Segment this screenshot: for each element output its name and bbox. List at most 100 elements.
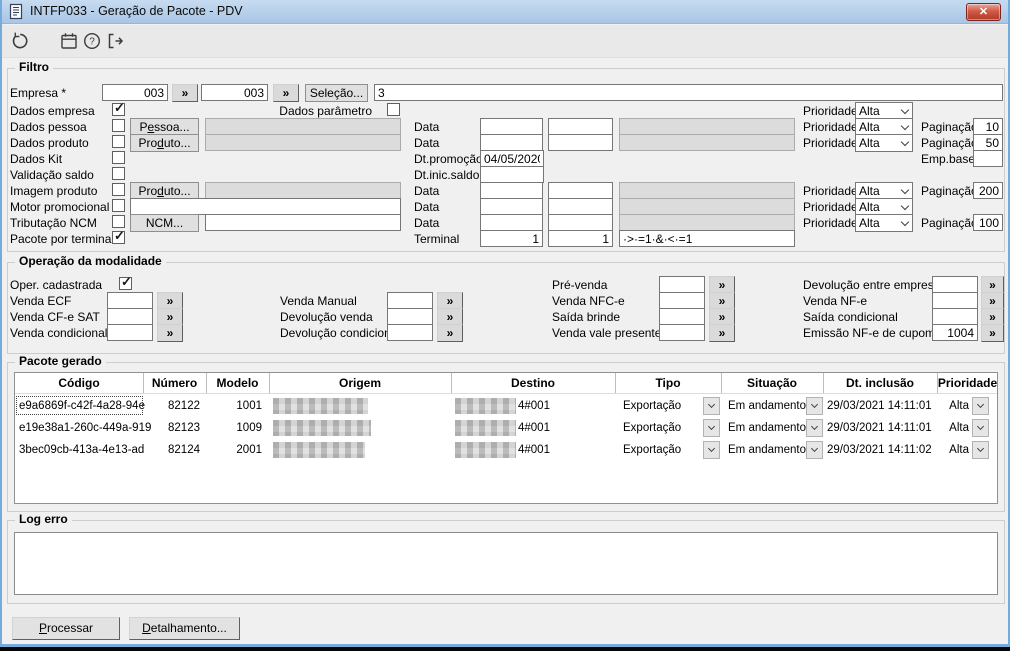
terminal-from-input[interactable] [480,230,543,247]
paginacao-ncm-input[interactable] [973,214,1003,231]
exit-icon[interactable] [105,31,127,53]
validacao-saldo-checkbox[interactable] [112,167,125,180]
col-header-modelo[interactable]: Modelo [206,373,269,393]
venda-ecf-input[interactable] [107,292,153,309]
ncm-input[interactable] [205,214,401,231]
col-header-origem[interactable]: Origem [269,373,451,393]
empresa-selection-input[interactable] [374,84,1003,101]
imagem-data-to-input[interactable] [548,182,613,199]
cell-codigo[interactable]: e9a6869f-c42f-4a28-94e [19,395,145,417]
motor-promocional-checkbox[interactable] [112,199,125,212]
imagem-produto-checkbox[interactable] [112,183,125,196]
devolucao-venda-input[interactable] [387,308,433,325]
label-accesskey: D [142,621,151,635]
chevron-down-icon [900,121,910,131]
processar-button[interactable]: Processar [12,617,120,640]
pacote-table[interactable]: Código Número Modelo Origem Destino Tipo… [14,372,998,504]
dados-empresa-checkbox[interactable] [112,100,125,116]
ncm-data-from-input[interactable] [480,214,543,231]
col-header-dt-inclusao[interactable]: Dt. inclusão [823,373,937,393]
emissao-nfe-cupom-input[interactable] [932,324,978,341]
paginacao-imagem-input[interactable] [973,182,1003,199]
dados-pessoa-checkbox[interactable] [112,119,125,132]
filtro-title: Filtro [15,60,53,74]
paginacao-produto-input[interactable] [973,134,1003,151]
venda-condicional-lookup-button[interactable]: » [157,324,183,342]
col-header-numero[interactable]: Número [143,373,206,393]
dados-parametro-checkbox[interactable] [387,103,400,116]
cell-destino-suffix: 4#001 [518,422,550,434]
situacao-select[interactable] [806,441,823,459]
devolucao-entre-empresa-input[interactable] [932,276,978,293]
selecao-button[interactable]: Seleção... [305,84,368,102]
situacao-select[interactable] [806,419,823,437]
paginacao-pessoa-input[interactable] [973,118,1003,135]
prioridade-select[interactable] [972,441,989,459]
cell-codigo[interactable]: 3bec09cb-413a-4e13-ad [19,439,144,461]
title-bar[interactable]: INTFP033 - Geração de Pacote - PDV ✕ [2,0,1008,24]
close-button[interactable]: ✕ [966,3,1001,21]
terminal-to-input[interactable] [548,230,613,247]
venda-nfe-input[interactable] [932,292,978,309]
saida-condicional-input[interactable] [932,308,978,325]
tipo-select[interactable] [703,441,720,459]
emissao-nfe-cupom-lookup-button[interactable]: » [981,324,1004,342]
col-header-prioridade[interactable]: Prioridade [937,373,998,393]
venda-condicional-input[interactable] [107,324,153,341]
empresa-to-lookup-button[interactable]: » [273,84,299,102]
produto-data-from-input[interactable] [480,134,543,151]
situacao-select[interactable] [806,397,823,415]
motor-promocional-input[interactable] [130,198,401,215]
refresh-icon[interactable] [10,31,32,53]
calendar-icon[interactable] [59,31,81,53]
dados-kit-checkbox[interactable] [112,151,125,164]
devolucao-condicional-input[interactable] [387,324,433,341]
venda-nfce-input[interactable] [659,292,705,309]
venda-vale-presente-input[interactable] [659,324,705,341]
dados-produto-checkbox[interactable] [112,135,125,148]
venda-cfe-sat-input[interactable] [107,308,153,325]
venda-ecf-label: Venda ECF [10,294,72,308]
help-icon[interactable]: ? [82,31,104,53]
prioridade-select[interactable] [972,419,989,437]
dt-promocao-input[interactable] [480,150,544,167]
emp-base-input[interactable] [973,150,1003,167]
tipo-select[interactable] [703,419,720,437]
venda-vale-presente-lookup-button[interactable]: » [709,324,735,342]
ncm-data-to-input[interactable] [548,214,613,231]
saida-brinde-input[interactable] [659,308,705,325]
oper-cadastrada-checkbox[interactable] [119,274,132,290]
imagem-data-from-input[interactable] [480,182,543,199]
prioridade-select-dados-produto[interactable]: Alta [855,134,913,152]
pessoa-data-to-input[interactable] [548,118,613,135]
prioridade-select[interactable] [972,397,989,415]
cell-codigo[interactable]: e19e38a1-260c-449a-919 [19,417,151,439]
venda-manual-input[interactable] [387,292,433,309]
cell-situacao: Em andamento [728,400,806,412]
empresa-to-input[interactable] [201,84,268,101]
ncm-button[interactable]: NCM... [130,214,199,232]
dt-inic-saldo-input[interactable] [480,166,544,183]
motor-data-from-input[interactable] [480,198,543,215]
detalhamento-button[interactable]: Detalhamento... [129,617,240,640]
pacote-por-terminal-checkbox[interactable] [112,228,125,244]
col-header-codigo[interactable]: Código [15,373,143,393]
pre-venda-input[interactable] [659,276,705,293]
pessoa-data-from-input[interactable] [480,118,543,135]
produto-data-to-input[interactable] [548,134,613,151]
data-label: Data [414,136,440,150]
tipo-select[interactable] [703,397,720,415]
produto-button[interactable]: Produto... [130,134,199,152]
motor-data-to-input[interactable] [548,198,613,215]
empresa-from-input[interactable] [102,84,168,101]
col-header-situacao[interactable]: Situação [721,373,823,393]
column-separator [451,373,452,393]
devolucao-condicional-lookup-button[interactable]: » [437,324,463,342]
log-erro-textarea[interactable] [14,532,998,595]
terminal-expression-input[interactable] [619,230,795,247]
empresa-from-lookup-button[interactable]: » [172,84,198,102]
col-header-destino[interactable]: Destino [451,373,615,393]
col-header-tipo[interactable]: Tipo [615,373,721,393]
prioridade-select-ncm[interactable]: Alta [855,214,913,232]
tributacao-ncm-checkbox[interactable] [112,215,125,228]
